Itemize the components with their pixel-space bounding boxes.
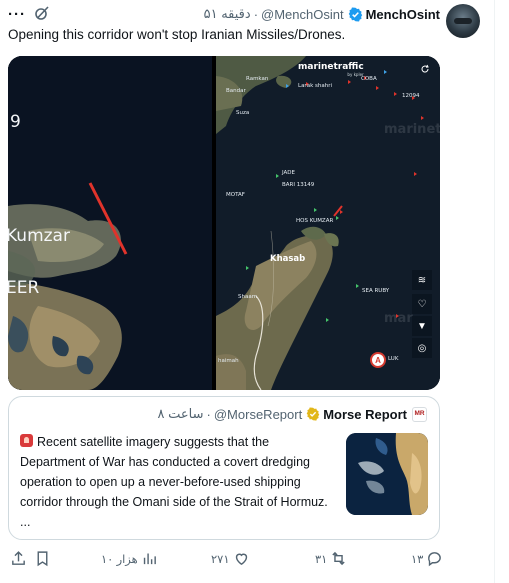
quoted-line: operation to open up a never-before-used… xyxy=(20,475,301,489)
brand-name: marinetraffic xyxy=(298,62,364,72)
vessel-label: 12094 xyxy=(402,93,420,99)
quoted-author-line: ۸ ساعت · @MorseReport Morse Report MR xyxy=(158,406,427,422)
place-label: Suza xyxy=(236,110,250,116)
quoted-line: ... xyxy=(20,515,31,529)
like-button[interactable]: ۲۷۱ xyxy=(208,550,250,567)
author-handle[interactable]: @MenchOsint xyxy=(261,7,344,22)
tweet-time[interactable]: ۵۱ دقیقه xyxy=(204,6,251,22)
author-line: ۵۱ دقیقه · @MenchOsint MenchOsint xyxy=(204,6,440,22)
tweet-media[interactable]: 9 Kumzar EER marinetraffic by kpler mari… xyxy=(8,56,440,390)
separator: · xyxy=(206,406,211,422)
siren-icon xyxy=(20,434,33,447)
map-filter-button[interactable]: ▼ xyxy=(412,316,432,336)
quoted-time: ۸ ساعت xyxy=(157,406,204,421)
repost-button[interactable]: ۳۱ xyxy=(312,550,347,567)
vessel-label: HOS KUMZAR xyxy=(296,218,334,224)
repost-count: ۳۱ xyxy=(315,553,328,566)
marinetraffic-map[interactable]: marinetraffic by kpler marinet mar COBA … xyxy=(216,56,440,390)
quoted-text: Recent satellite imagery suggests that t… xyxy=(20,432,340,532)
more-icon[interactable]: ··· xyxy=(8,6,26,23)
quoted-line: Department of War has conducted a covert… xyxy=(20,455,310,469)
place-label-khasab: Khasab xyxy=(270,254,306,264)
refresh-icon[interactable] xyxy=(420,64,430,74)
quoted-line: Recent satellite imagery suggests that t… xyxy=(37,435,270,449)
share-icon xyxy=(12,551,25,565)
compass-icon[interactable]: A xyxy=(370,352,386,368)
repost-icon xyxy=(332,551,346,566)
quoted-tweet[interactable]: ۸ ساعت · @MorseReport Morse Report MR Re… xyxy=(8,396,440,540)
quoted-line: corridor through the Omani side of the S… xyxy=(20,495,328,509)
vessel-label: LUK xyxy=(388,356,399,362)
vessel-label: COBA xyxy=(361,76,377,82)
place-label: Bandar xyxy=(226,88,246,94)
place-label: Shaam xyxy=(238,294,258,300)
views-button[interactable]: ۱۰ هزار xyxy=(98,550,158,567)
watermark: mar xyxy=(384,311,413,326)
reply-button[interactable]: ۱۳ xyxy=(408,550,443,567)
avatar[interactable] xyxy=(446,4,480,38)
share-button[interactable] xyxy=(10,550,27,567)
brand-sub: by kpler xyxy=(347,72,364,77)
quoted-avatar: MR xyxy=(412,406,427,422)
verified-badge-icon xyxy=(306,407,320,421)
verified-badge-icon xyxy=(348,6,362,22)
separator: · xyxy=(253,6,259,22)
map-layers-button[interactable]: ≋ xyxy=(412,270,432,290)
map-label-kumzar: Kumzar xyxy=(8,226,70,246)
quoted-handle: @MorseReport xyxy=(213,406,303,422)
map-locate-button[interactable]: ◎ xyxy=(412,338,432,358)
satellite-terrain xyxy=(8,56,212,390)
reply-icon xyxy=(428,552,442,567)
map-favorite-button[interactable]: ♡ xyxy=(412,294,432,314)
quoted-name: Morse Report xyxy=(323,406,407,422)
quoted-thumbnail-image xyxy=(346,433,428,515)
author-name[interactable]: MenchOsint xyxy=(366,7,440,22)
vessel-label: MOTAF xyxy=(226,192,245,198)
place-label: haimah xyxy=(218,358,239,364)
map-label-eer: EER xyxy=(8,278,40,298)
heart-icon xyxy=(235,553,247,566)
vessel-label: JADE xyxy=(282,170,295,176)
grok-icon[interactable] xyxy=(34,5,50,21)
timeline-divider xyxy=(494,0,495,583)
tweet-text: Opening this corridor won't stop Iranian… xyxy=(8,27,346,42)
marinetraffic-logo: marinetraffic by kpler xyxy=(298,62,364,77)
watermark: marinet xyxy=(384,122,440,137)
reply-count: ۱۳ xyxy=(411,553,424,566)
satellite-image[interactable]: 9 Kumzar EER xyxy=(8,56,212,390)
vessel-label: BARI 13149 xyxy=(282,182,315,188)
vessel-label: Larak shahri xyxy=(298,83,332,89)
map-label-9: 9 xyxy=(10,112,21,132)
bookmark-button[interactable] xyxy=(34,550,51,567)
vessel-label: SEA RUBY xyxy=(362,288,390,294)
quoted-media-thumbnail xyxy=(346,433,428,515)
views-icon xyxy=(143,553,156,565)
views-count: ۱۰ هزار xyxy=(101,553,138,566)
bookmark-icon xyxy=(37,551,48,567)
tweet-actions: ۱۰ هزار ۲۷۱ ۳۱ ۱۳ xyxy=(8,546,443,574)
place-label: Ramkan xyxy=(246,76,269,82)
like-count: ۲۷۱ xyxy=(211,553,230,566)
